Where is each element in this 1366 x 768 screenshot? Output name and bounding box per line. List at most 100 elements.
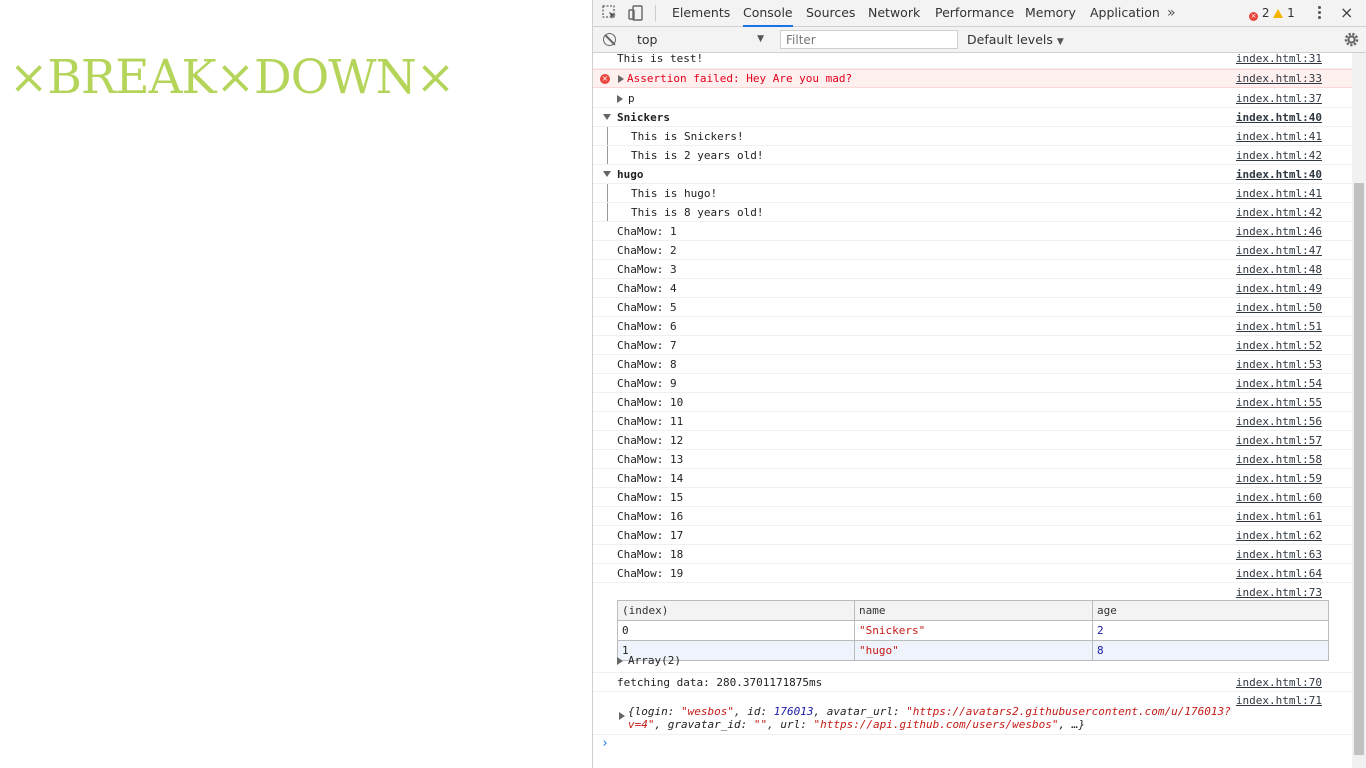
collapse-triangle-icon[interactable] <box>603 114 611 120</box>
console-object-message[interactable]: index.html:71 {login: "wesbos", id: 1760… <box>593 692 1352 735</box>
table-header[interactable]: age <box>1092 600 1329 621</box>
expand-triangle-icon[interactable] <box>618 75 624 83</box>
warning-count: 1 <box>1287 6 1295 20</box>
console-message-text: ChaMow: 17 <box>617 529 684 542</box>
more-options-icon[interactable] <box>1317 5 1321 21</box>
console-output: This is test! index.html:31 × Assertion … <box>593 53 1352 768</box>
source-link[interactable]: index.html:42 <box>1236 146 1322 165</box>
source-link[interactable]: index.html:49 <box>1236 279 1322 298</box>
expand-triangle-icon[interactable] <box>617 657 623 665</box>
source-link[interactable]: index.html:61 <box>1236 507 1322 526</box>
source-link[interactable]: index.html:46 <box>1236 222 1322 241</box>
devtools-panel: Elements Console Sources Network Perform… <box>592 0 1366 768</box>
source-link[interactable]: index.html:57 <box>1236 431 1322 450</box>
source-link[interactable]: index.html:60 <box>1236 488 1322 507</box>
inspect-element-icon[interactable] <box>601 4 619 22</box>
source-link[interactable]: index.html:59 <box>1236 469 1322 488</box>
source-link[interactable]: index.html:62 <box>1236 526 1322 545</box>
console-message: ChaMow: 2 index.html:47 <box>593 241 1352 260</box>
tab-sources[interactable]: Sources <box>806 0 855 26</box>
scrollbar-thumb[interactable] <box>1354 183 1364 755</box>
source-link[interactable]: index.html:40 <box>1236 108 1322 127</box>
source-link[interactable]: index.html:53 <box>1236 355 1322 374</box>
table-cell: 8 <box>1092 640 1329 661</box>
source-link[interactable]: index.html:31 <box>1236 53 1322 66</box>
tab-console[interactable]: Console <box>743 0 793 27</box>
console-error-message[interactable]: × Assertion failed: Hey Are you mad? ind… <box>593 69 1352 88</box>
table-cell: "Snickers" <box>854 620 1093 641</box>
console-message: ChaMow: 4 index.html:49 <box>593 279 1352 298</box>
console-message: ChaMow: 9 index.html:54 <box>593 374 1352 393</box>
source-link[interactable]: index.html:42 <box>1236 203 1322 222</box>
source-link[interactable]: index.html:37 <box>1236 88 1322 110</box>
context-select[interactable]: top ▼ <box>631 30 768 49</box>
chevron-down-icon: ▼ <box>757 34 764 44</box>
source-link[interactable]: index.html:58 <box>1236 450 1322 469</box>
source-link[interactable]: index.html:55 <box>1236 393 1322 412</box>
console-message: ChaMow: 1 index.html:46 <box>593 222 1352 241</box>
source-link[interactable]: index.html:41 <box>1236 127 1322 146</box>
filter-input[interactable] <box>780 30 958 49</box>
tab-network[interactable]: Network <box>868 0 920 26</box>
log-levels-select[interactable]: Default levels ▼ <box>967 30 1064 49</box>
source-link[interactable]: index.html:51 <box>1236 317 1322 336</box>
console-message: fetching data: 280.3701171875ms index.ht… <box>593 673 1352 692</box>
console-message-text: ChaMow: 7 <box>617 339 677 352</box>
console-message: This is Snickers! index.html:41 <box>593 127 1352 146</box>
source-link[interactable]: index.html:48 <box>1236 260 1322 279</box>
table-header[interactable]: (index) <box>617 600 855 621</box>
source-link[interactable]: index.html:54 <box>1236 374 1322 393</box>
tab-performance[interactable]: Performance <box>935 0 1014 26</box>
console-message: ChaMow: 14 index.html:59 <box>593 469 1352 488</box>
console-message-text: ChaMow: 11 <box>617 415 684 428</box>
chevron-down-icon: ▼ <box>1056 37 1064 47</box>
issue-counts[interactable]: × 2 1 <box>1249 0 1295 26</box>
log-levels-label: Default levels <box>967 32 1053 47</box>
array-label[interactable]: Array(2) <box>628 653 681 669</box>
console-message-text: ChaMow: 19 <box>617 567 684 580</box>
console-message-text: ChaMow: 9 <box>617 377 677 390</box>
console-scrollbar[interactable] <box>1352 53 1366 768</box>
tab-application[interactable]: Application <box>1090 0 1160 26</box>
clear-console-icon[interactable] <box>603 33 616 46</box>
source-link[interactable]: index.html:71 <box>1236 692 1322 709</box>
console-message-text: ChaMow: 4 <box>617 282 677 295</box>
console-message[interactable]: p index.html:37 <box>593 88 1352 108</box>
source-link[interactable]: index.html:64 <box>1236 564 1322 583</box>
page-viewport: ×BREAK×DOWN× <box>0 0 592 768</box>
console-message: This is test! index.html:31 <box>593 53 1352 69</box>
table-header[interactable]: name <box>854 600 1093 621</box>
console-message: ChaMow: 7 index.html:52 <box>593 336 1352 355</box>
page-title: ×BREAK×DOWN× <box>9 50 455 105</box>
gear-icon[interactable] <box>1343 31 1360 48</box>
close-devtools-icon[interactable]: × <box>1340 0 1353 26</box>
tab-memory[interactable]: Memory <box>1025 0 1076 26</box>
table-cell: 0 <box>617 620 855 641</box>
source-link[interactable]: index.html:41 <box>1236 184 1322 203</box>
console-toolbar: top ▼ Default levels▼ <box>593 27 1366 53</box>
source-link[interactable]: index.html:70 <box>1236 673 1322 692</box>
devtools-tabbar: Elements Console Sources Network Perform… <box>593 0 1366 27</box>
chamow-list: ChaMow: 1 index.html:46 ChaMow: 2 index.htm… <box>593 222 1352 583</box>
source-link[interactable]: index.html:33 <box>1236 70 1322 87</box>
error-icon: × <box>600 74 610 84</box>
collapse-triangle-icon[interactable] <box>603 171 611 177</box>
console-message: ChaMow: 16 index.html:61 <box>593 507 1352 526</box>
source-link[interactable]: index.html:47 <box>1236 241 1322 260</box>
expand-triangle-icon[interactable] <box>617 95 623 103</box>
tab-elements[interactable]: Elements <box>672 0 730 26</box>
source-link[interactable]: index.html:52 <box>1236 336 1322 355</box>
console-prompt-row[interactable]: › <box>593 735 1352 757</box>
expand-triangle-icon[interactable] <box>619 712 625 720</box>
source-link[interactable]: index.html:50 <box>1236 298 1322 317</box>
console-group-header[interactable]: Snickers index.html:40 <box>593 108 1352 127</box>
table-cell: "hugo" <box>854 640 1093 661</box>
source-link[interactable]: index.html:40 <box>1236 165 1322 184</box>
more-tabs-button[interactable]: » <box>1167 0 1176 26</box>
device-toolbar-icon[interactable] <box>627 4 645 22</box>
console-message: This is 8 years old! index.html:42 <box>593 203 1352 222</box>
source-link[interactable]: index.html:56 <box>1236 412 1322 431</box>
source-link[interactable]: index.html:63 <box>1236 545 1322 564</box>
console-message: ChaMow: 18 index.html:63 <box>593 545 1352 564</box>
console-group-header[interactable]: hugo index.html:40 <box>593 165 1352 184</box>
